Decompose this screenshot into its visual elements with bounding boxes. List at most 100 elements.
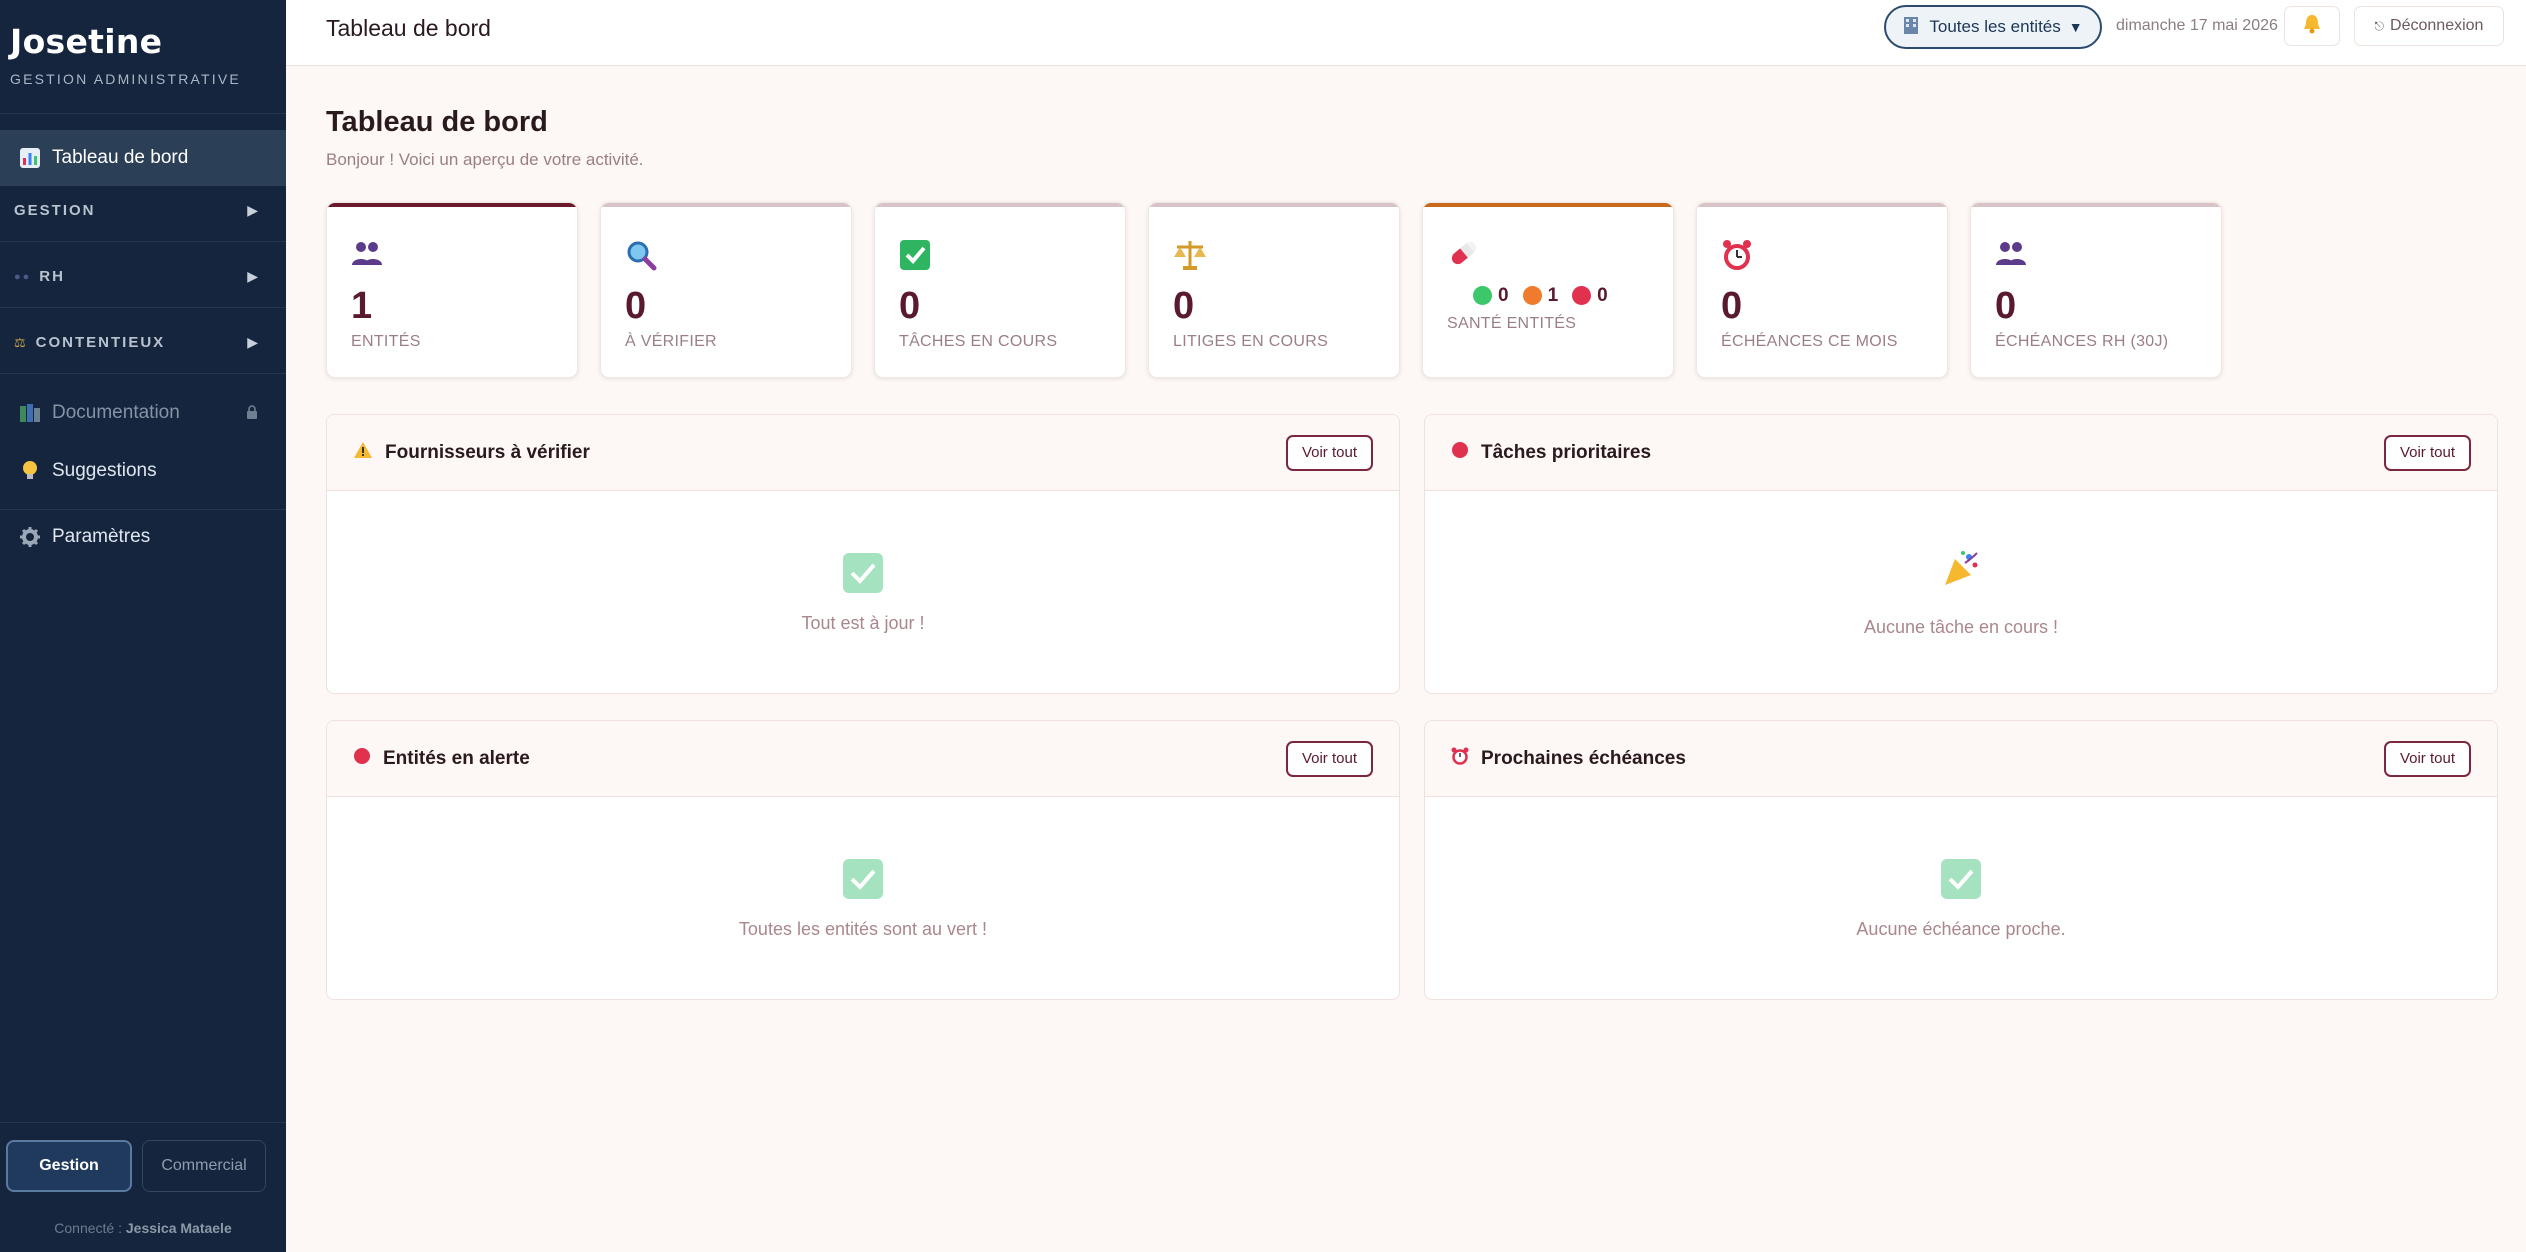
stat-card-accent <box>601 203 851 207</box>
green-circle-icon <box>1473 286 1492 306</box>
stat-label: SANTÉ ENTITÉS <box>1447 315 1577 332</box>
empty-state-text: Tout est à jour ! <box>801 612 925 633</box>
sidebar-item-suggestions[interactable]: Suggestions <box>0 443 286 499</box>
stat-card-disputes[interactable]: 0 LITIGES EN COURS <box>1148 202 1400 378</box>
stat-value: 0 <box>1173 285 1195 327</box>
notifications-button[interactable] <box>2284 6 2340 46</box>
books-icon <box>18 401 42 425</box>
party-popper-icon <box>1941 549 1981 597</box>
panel-entities-alert: Entités en alerte Voir tout Toutes les e… <box>326 720 1400 1000</box>
sidebar-section-contentieux[interactable]: ⚖ CONTENTIEUX ▶ <box>0 312 286 374</box>
bar-chart-icon <box>18 146 42 170</box>
sidebar-item-label: Suggestions <box>52 460 157 481</box>
mode-gestion-button[interactable]: Gestion <box>6 1140 132 1192</box>
stat-card-accent <box>1149 203 1399 207</box>
mode-commercial-button[interactable]: Commercial <box>142 1140 266 1192</box>
page-subtitle: Bonjour ! Voici un aperçu de votre activ… <box>326 150 644 169</box>
brand-subtitle: GESTION ADMINISTRATIVE <box>10 71 241 87</box>
stat-card-tasks[interactable]: 0 TÂCHES EN COURS <box>874 202 1126 378</box>
sidebar-divider <box>0 1122 286 1123</box>
sidebar-item-documentation[interactable]: Documentation <box>0 385 286 441</box>
bell-icon <box>2303 14 2321 39</box>
connected-username: Jessica Mataele <box>125 1220 232 1236</box>
logout-button[interactable]: ⎋ Déconnexion <box>2354 6 2504 46</box>
people-icon: ●● <box>14 270 32 283</box>
building-icon <box>1903 16 1919 39</box>
sidebar-item-parametres[interactable]: Paramètres <box>0 509 286 565</box>
topbar: Tableau de bord Toutes les entités ▼ dim… <box>286 0 2526 66</box>
stat-card-deadlines-rh[interactable]: 0 ÉCHÉANCES RH (30J) <box>1970 202 2222 378</box>
sidebar-item-dashboard[interactable]: Tableau de bord <box>0 130 286 186</box>
chevron-right-icon: ▶ <box>247 268 260 284</box>
panel-body: Aucune échéance proche. <box>1425 797 2497 999</box>
check-box-icon <box>843 858 883 899</box>
view-all-button[interactable]: Voir tout <box>2383 434 2471 471</box>
sidebar-section-label: RH <box>39 268 65 285</box>
health-green: 0 <box>1473 285 1509 307</box>
panel-header: Entités en alerte Voir tout <box>327 721 1399 797</box>
pill-icon <box>1447 237 1481 274</box>
view-all-button[interactable]: Voir tout <box>1285 434 1373 471</box>
stat-card-accent <box>875 203 1125 207</box>
panel-title: Fournisseurs à vérifier <box>385 441 590 463</box>
entity-select[interactable]: Toutes les entités ▼ <box>1884 5 2102 49</box>
health-indicators: 0 1 0 <box>1473 285 1608 307</box>
connected-user: Connecté : Jessica Mataele <box>0 1220 286 1236</box>
panel-header: Tâches prioritaires Voir tout <box>1425 415 2497 491</box>
stat-value: 1 <box>351 285 373 327</box>
orange-circle-icon <box>1522 286 1542 306</box>
panel-upcoming-deadlines: Prochaines échéances Voir tout Aucune éc… <box>1424 720 2498 1000</box>
scales-icon: ⚖ <box>14 334 28 350</box>
scales-icon <box>1173 239 1207 276</box>
sidebar-item-label: Documentation <box>52 402 180 423</box>
panel-title: Entités en alerte <box>383 747 530 769</box>
empty-state-text: Aucune tâche en cours ! <box>1863 616 2059 637</box>
brand: Josetine GESTION ADMINISTRATIVE <box>0 0 286 114</box>
panel-title: Tâches prioritaires <box>1481 441 1652 463</box>
alarm-clock-icon <box>1721 239 1753 276</box>
stat-card-accent <box>327 203 577 207</box>
panel-body: Tout est à jour ! <box>327 491 1399 693</box>
panel-priority-tasks: Tâches prioritaires Voir tout Aucune tâc… <box>1424 414 2498 694</box>
view-all-button[interactable]: Voir tout <box>1285 740 1373 777</box>
check-box-icon <box>899 239 931 276</box>
sidebar-section-rh[interactable]: ●● RH ▶ <box>0 246 286 308</box>
panel-header: Prochaines échéances Voir tout <box>1425 721 2497 797</box>
logout-icon: ⎋ <box>2374 18 2385 33</box>
panel-title: Prochaines échéances <box>1481 747 1686 769</box>
stat-label: ÉCHÉANCES CE MOIS <box>1721 333 1898 350</box>
entity-select-value: Toutes les entités <box>1929 17 2061 36</box>
lock-icon <box>246 404 258 422</box>
mode-switch: Gestion Commercial <box>6 1140 266 1192</box>
alarm-clock-icon <box>1451 747 1469 771</box>
magnifier-icon <box>625 239 657 276</box>
stat-card-entities[interactable]: 1 ENTITÉS <box>326 202 578 378</box>
sidebar-section-gestion[interactable]: GESTION ▶ <box>0 180 286 242</box>
logout-label: Déconnexion <box>2390 17 2484 34</box>
panel-body: Aucune tâche en cours ! <box>1425 491 2497 693</box>
stat-label: À VÉRIFIER <box>625 333 717 350</box>
stat-card-to-verify[interactable]: 0 À VÉRIFIER <box>600 202 852 378</box>
warning-icon <box>353 441 373 465</box>
red-circle-icon <box>353 747 371 771</box>
people-icon <box>1995 239 2027 272</box>
topbar-title: Tableau de bord <box>326 15 491 41</box>
red-circle-icon <box>1451 441 1469 465</box>
brand-title: Josetine <box>10 22 163 61</box>
stat-label: ÉCHÉANCES RH (30J) <box>1995 333 2169 350</box>
chevron-right-icon: ▶ <box>247 202 260 218</box>
panel-suppliers-to-verify: Fournisseurs à vérifier Voir tout Tout e… <box>326 414 1400 694</box>
view-all-button[interactable]: Voir tout <box>2383 740 2471 777</box>
sidebar-section-label: GESTION <box>14 202 96 219</box>
connected-prefix: Connecté : <box>54 1220 122 1236</box>
stat-card-accent <box>1697 203 1947 207</box>
red-circle-icon <box>1572 286 1592 306</box>
stat-card-deadlines-month[interactable]: 0 ÉCHÉANCES CE MOIS <box>1696 202 1948 378</box>
check-box-icon <box>843 552 883 593</box>
stat-label: LITIGES EN COURS <box>1173 333 1329 350</box>
current-date: dimanche 17 mai 2026 <box>2116 17 2278 34</box>
stat-card-health[interactable]: 0 1 0 SANTÉ ENTITÉS <box>1422 202 1674 378</box>
empty-state-text: Aucune échéance proche. <box>1856 918 2066 939</box>
gear-icon <box>18 525 42 549</box>
sidebar-section-label: CONTENTIEUX <box>35 334 166 351</box>
